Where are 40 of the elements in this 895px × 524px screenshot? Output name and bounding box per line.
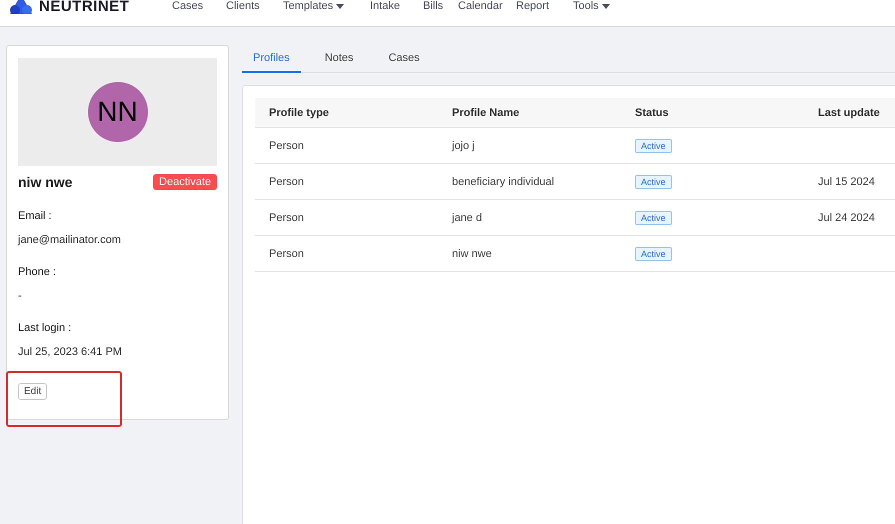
field-label: Last login : [18,322,72,334]
table-cell: beneficiary individual [438,164,621,200]
field-label: Phone : [18,266,57,278]
column-header: Profile type [255,98,438,128]
status-tag: Active [635,246,672,260]
nav-link[interactable]: Report [516,0,573,12]
tab[interactable]: Profiles [242,45,301,73]
brand-name: NEUTRINET [39,0,130,14]
status-tag: Active [635,210,672,224]
nav-link[interactable]: Cases [172,0,226,12]
table-cell: niw nwe [438,236,621,272]
table-cell: Jul 24 2024 [818,212,875,224]
field-value: - [18,290,23,302]
table-cell: Person [255,128,438,164]
status-tag: Active [635,174,672,188]
table-cell: jane d [438,200,621,236]
table-cell: jojo j [438,128,621,164]
nav-link[interactable]: Templates [283,0,370,12]
nav-link[interactable]: Calendar [458,0,516,12]
nav-link[interactable]: Bills [423,0,458,12]
profile-name: niw nwe [18,174,72,190]
table-cell: Jul 15 2024 [818,176,875,188]
table-cell: Person [255,200,438,236]
logo-icon [8,0,34,14]
nav-link[interactable]: Clients [226,0,283,12]
nav-link[interactable]: Intake [370,0,423,12]
column-header: Status [621,98,804,128]
column-header: Last update [804,98,895,128]
field-label: Email : [18,210,53,222]
nav-link[interactable]: Tools [573,0,633,12]
field-value: Jul 25, 2023 6:41 PM [18,346,123,358]
status-tag: Active [635,138,672,152]
tab[interactable]: Cases [377,45,431,73]
tab[interactable]: Notes [314,45,364,73]
table-cell: Person [255,236,438,272]
table-cell: Person [255,164,438,200]
avatar: NN [88,82,148,142]
field-value: jane@mailinator.com [18,234,122,246]
edit-button[interactable]: Edit [18,383,48,400]
column-header: Profile Name [438,98,621,128]
